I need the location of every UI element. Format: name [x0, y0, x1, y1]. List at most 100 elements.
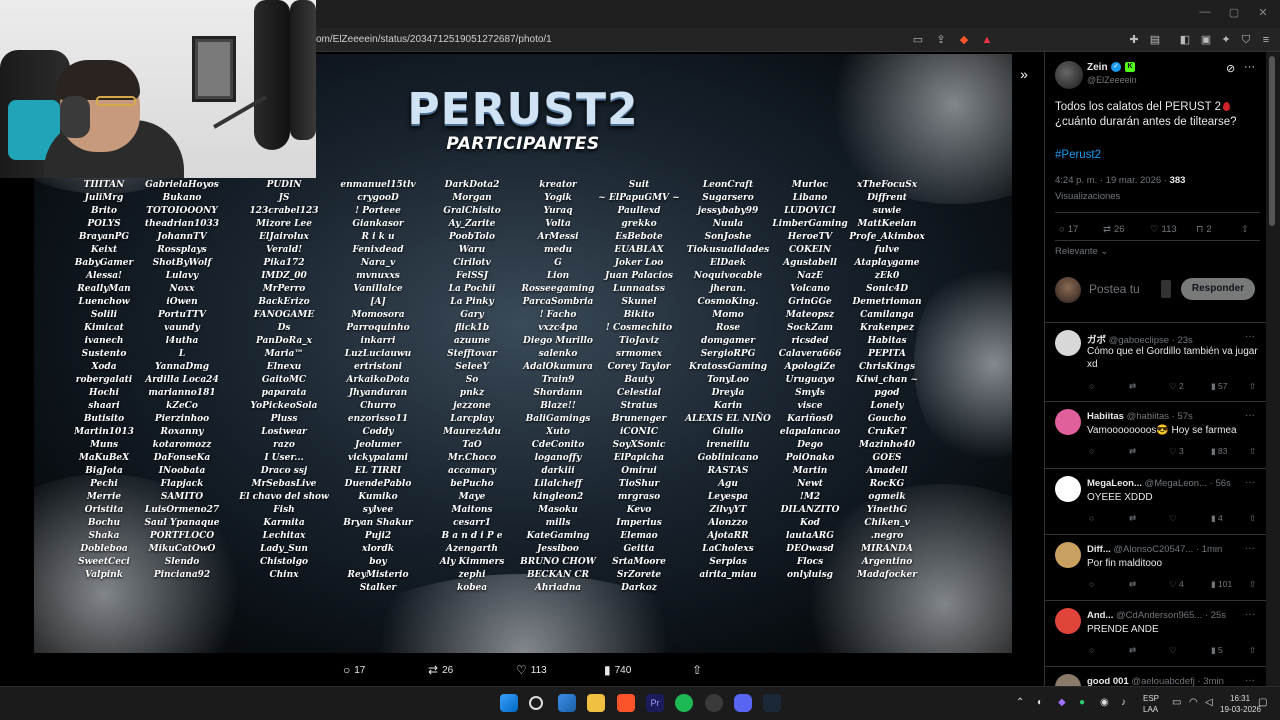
- comment-author-name[interactable]: Diff...: [1087, 544, 1111, 555]
- comment-views-icon[interactable]: ▮ 4: [1211, 513, 1223, 524]
- language-indicator[interactable]: ESP: [1143, 694, 1159, 703]
- viewer-repost-button[interactable]: ⇄ 26: [428, 662, 453, 678]
- comment-views-icon[interactable]: ▮ 101: [1211, 579, 1232, 590]
- tray-status-icon[interactable]: ●: [1079, 697, 1085, 708]
- comment-share-icon[interactable]: ⇧: [1249, 645, 1256, 656]
- comment-like-icon[interactable]: ♡ 4: [1169, 579, 1184, 590]
- viewer-views-button[interactable]: ▮ 740: [604, 662, 631, 678]
- comment-views-icon[interactable]: ▮ 5: [1211, 645, 1223, 656]
- comment-repost-icon[interactable]: ⇄: [1129, 513, 1136, 524]
- close-window-icon[interactable]: ✕: [1255, 6, 1271, 20]
- clock-time[interactable]: 16:31: [1230, 694, 1250, 703]
- comment-reply-icon[interactable]: ○: [1089, 645, 1094, 655]
- tray-steam-icon[interactable]: ◉: [1100, 697, 1109, 708]
- comment-author[interactable]: MegaLeon... @MegaLeon... · 56s: [1087, 478, 1231, 489]
- comment-like-icon[interactable]: ♡ 3: [1169, 446, 1184, 457]
- comment-handle[interactable]: @habiitas · 57s: [1127, 411, 1193, 422]
- widgets-icon[interactable]: [558, 694, 576, 712]
- author-handle[interactable]: @ElZeeeein: [1087, 75, 1137, 85]
- bookmark-button[interactable]: ⊓ 2: [1196, 224, 1212, 235]
- rewards-icon[interactable]: ▲: [980, 33, 994, 47]
- reply-submit-button[interactable]: Responder: [1181, 278, 1255, 300]
- comment-reply-icon[interactable]: ○: [1089, 513, 1094, 523]
- wifi-icon[interactable]: ◠: [1189, 697, 1198, 708]
- comment-more-icon[interactable]: ···: [1245, 331, 1255, 342]
- comment-avatar[interactable]: [1055, 476, 1081, 502]
- premiere-icon[interactable]: Pr: [646, 694, 664, 712]
- reply-button[interactable]: ○ 17: [1059, 224, 1078, 235]
- comment-more-icon[interactable]: ···: [1245, 543, 1255, 554]
- url-text[interactable]: om/ElZeeeein/status/2034712519051272687/…: [316, 34, 552, 45]
- brave-browser-icon[interactable]: [617, 694, 635, 712]
- grok-icon[interactable]: ⊘: [1226, 62, 1235, 75]
- clock-date[interactable]: 19-03-2026: [1220, 705, 1261, 714]
- vpn-shield-icon[interactable]: ⛉: [1239, 33, 1253, 47]
- menu-icon[interactable]: ≡: [1259, 33, 1273, 47]
- sidebar-toggle-icon[interactable]: ◧: [1178, 33, 1192, 47]
- viewer-share-button[interactable]: ⇧: [692, 662, 702, 678]
- comment-more-icon[interactable]: ···: [1245, 410, 1255, 421]
- author-avatar[interactable]: [1055, 61, 1083, 89]
- discord-icon[interactable]: [734, 694, 752, 712]
- comment-share-icon[interactable]: ⇧: [1249, 381, 1256, 392]
- comment-item[interactable]: good 001 @aelouabcdefj · 3min ···: [1045, 666, 1266, 700]
- comment-like-icon[interactable]: ♡ 2: [1169, 381, 1184, 392]
- comment-more-icon[interactable]: ···: [1245, 477, 1255, 488]
- scrollbar-thumb[interactable]: [1269, 56, 1275, 226]
- wallet-icon[interactable]: ▤: [1148, 33, 1162, 47]
- comment-author[interactable]: ガボ @gaboeclipse · 23s: [1087, 332, 1193, 346]
- share-button[interactable]: ⇧: [1241, 224, 1249, 235]
- share-icon[interactable]: ⇪: [934, 33, 948, 47]
- comment-author[interactable]: Habiitas @habiitas · 57s: [1087, 411, 1193, 422]
- sort-dropdown[interactable]: Relevante ⌄: [1055, 246, 1108, 257]
- maximize-icon[interactable]: ▢: [1226, 6, 1242, 20]
- network-icon[interactable]: ▭: [1172, 697, 1181, 708]
- comment-share-icon[interactable]: ⇧: [1249, 579, 1256, 590]
- comment-repost-icon[interactable]: ⇄: [1129, 645, 1136, 656]
- comment-handle[interactable]: @MegaLeon... · 56s: [1145, 478, 1231, 489]
- notifications-icon[interactable]: ▢: [1258, 697, 1267, 708]
- viewer-like-button[interactable]: ♡ 113: [516, 662, 547, 678]
- comment-item[interactable]: And... @CdAnderson965... · 25s ··· PRENDE …: [1045, 600, 1266, 666]
- hashtag-link[interactable]: #Perust2: [1055, 149, 1101, 161]
- comment-reply-icon[interactable]: ○: [1089, 446, 1094, 456]
- comment-more-icon[interactable]: ···: [1245, 675, 1255, 686]
- comment-like-icon[interactable]: ♡: [1169, 645, 1177, 656]
- comment-item[interactable]: MegaLeon... @MegaLeon... · 56s ··· OYEEE X…: [1045, 468, 1266, 534]
- more-options-icon[interactable]: ···: [1244, 61, 1255, 73]
- start-icon[interactable]: [500, 694, 518, 712]
- comment-author-name[interactable]: And...: [1087, 610, 1113, 621]
- comment-handle[interactable]: @CdAnderson965... · 25s: [1116, 610, 1226, 621]
- comment-reply-icon[interactable]: ○: [1089, 579, 1094, 589]
- comment-author[interactable]: And... @CdAnderson965... · 25s: [1087, 610, 1226, 621]
- comment-avatar[interactable]: [1055, 608, 1081, 634]
- comment-views-icon[interactable]: ▮ 83: [1211, 446, 1228, 457]
- comment-views-icon[interactable]: ▮ 57: [1211, 381, 1228, 392]
- obs-icon[interactable]: [705, 694, 723, 712]
- comment-handle[interactable]: @AlonsoC20547... · 1min: [1113, 544, 1222, 555]
- comment-like-icon[interactable]: ♡: [1169, 513, 1177, 524]
- comment-item[interactable]: ガボ @gaboeclipse · 23s ··· Cómo que el Gord…: [1045, 322, 1266, 401]
- leo-ai-icon[interactable]: ✦: [1219, 33, 1233, 47]
- spotify-icon[interactable]: [675, 694, 693, 712]
- steam-icon[interactable]: [763, 694, 781, 712]
- viewer-reply-button[interactable]: ○ 17: [343, 662, 365, 678]
- comment-repost-icon[interactable]: ⇄: [1129, 579, 1136, 590]
- comment-author[interactable]: Diff... @AlonsoC20547... · 1min: [1087, 544, 1222, 555]
- extensions-icon[interactable]: ✚: [1127, 33, 1141, 47]
- cast-icon[interactable]: ▭: [911, 33, 925, 47]
- comment-author-name[interactable]: MegaLeon...: [1087, 478, 1142, 489]
- collapse-sidebar-icon[interactable]: »: [1016, 66, 1032, 82]
- comment-author-name[interactable]: Habiitas: [1087, 411, 1124, 422]
- comment-avatar[interactable]: [1055, 409, 1081, 435]
- comment-avatar[interactable]: [1055, 330, 1081, 356]
- tray-chevron-icon[interactable]: ⌃: [1016, 697, 1024, 708]
- tray-twitch-icon[interactable]: ◆: [1058, 697, 1066, 708]
- file-explorer-icon[interactable]: [587, 694, 605, 712]
- comment-repost-icon[interactable]: ⇄: [1129, 446, 1136, 457]
- brave-shield-icon[interactable]: ◆: [957, 33, 971, 47]
- minimize-icon[interactable]: —: [1197, 6, 1213, 20]
- comment-item[interactable]: Diff... @AlonsoC20547... · 1min ··· Por fi…: [1045, 534, 1266, 600]
- tray-app-icon[interactable]: ◐: [1037, 697, 1043, 708]
- comment-repost-icon[interactable]: ⇄: [1129, 381, 1136, 392]
